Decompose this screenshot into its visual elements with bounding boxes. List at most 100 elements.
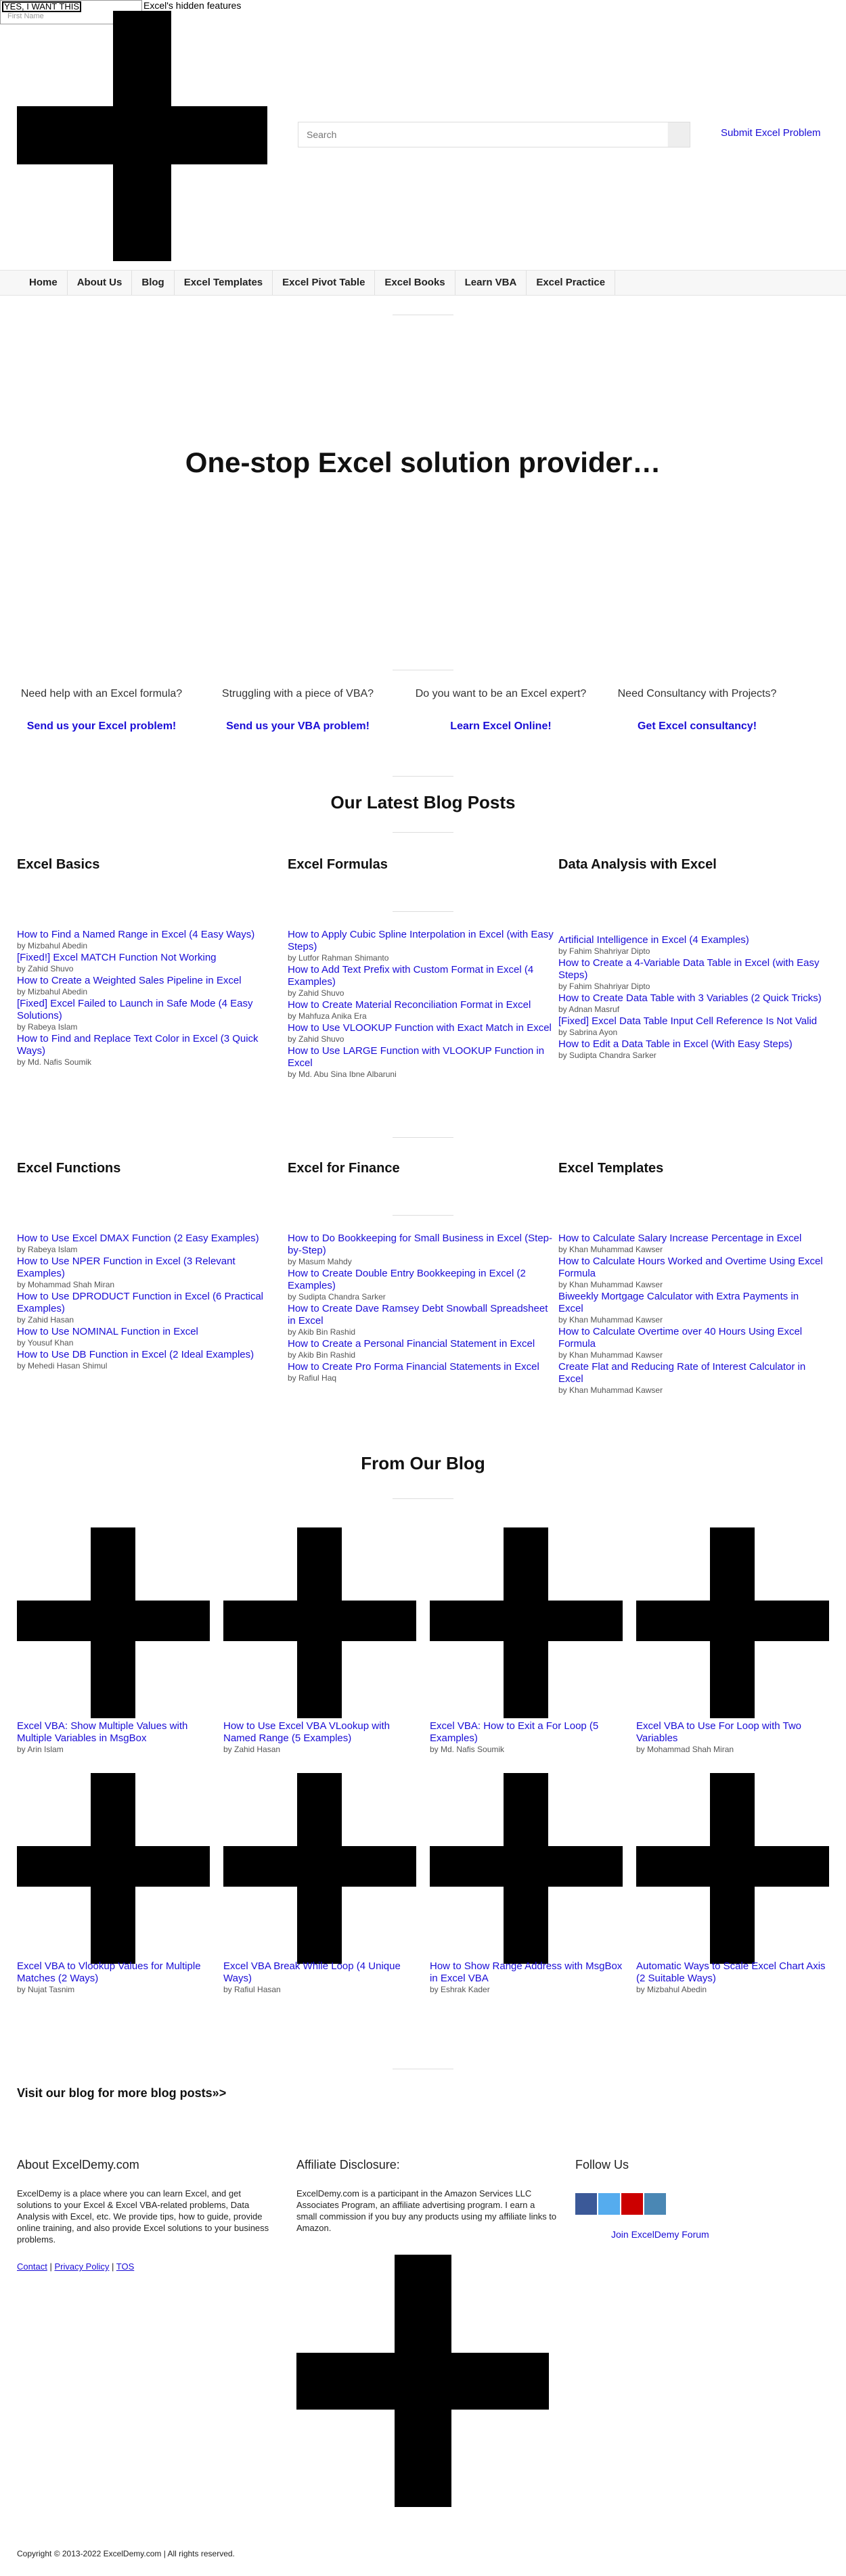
footer-links: Contact | Privacy Policy | TOS [17, 2261, 134, 2272]
post-title-link[interactable]: Create Flat and Reducing Rate of Interes… [558, 1361, 805, 1385]
post-title-link[interactable]: How to Create a Personal Financial State… [288, 1338, 535, 1350]
post-title-link[interactable]: [Fixed!] Excel MATCH Function Not Workin… [17, 952, 217, 963]
post-thumbnail[interactable] [17, 1773, 210, 1964]
post-title-link[interactable]: How to Create a Weighted Sales Pipeline … [17, 975, 242, 986]
facebook-icon[interactable] [575, 2193, 597, 2215]
blog-card-title[interactable]: Excel VBA Break While Loop (4 Unique Way… [223, 1960, 401, 1984]
blog-card-title[interactable]: How to Use Excel VBA VLookup with Named … [223, 1720, 390, 1744]
visit-blog-link[interactable]: Visit our blog for more blog posts»> [17, 2086, 226, 2100]
blog-card-title[interactable]: Automatic Ways to Scale Excel Chart Axis… [636, 1960, 826, 1984]
post-title-link[interactable]: How to Use DB Function in Excel (2 Ideal… [17, 1349, 254, 1360]
post-item: How to Edit a Data Table in Excel (With … [558, 1038, 826, 1060]
post-title-link[interactable]: How to Use NPER Function in Excel (3 Rel… [17, 1256, 236, 1279]
post-title-link[interactable]: How to Apply Cubic Spline Interpolation … [288, 929, 554, 952]
post-title-link[interactable]: How to Create Pro Forma Financial Statem… [288, 1361, 539, 1373]
category-title: Excel Templates [558, 1161, 664, 1176]
post-title-link[interactable]: How to Calculate Overtime over 40 Hours … [558, 1326, 802, 1350]
blog-card-title[interactable]: How to Show Range Address with MsgBox in… [430, 1960, 622, 1984]
post-title-link[interactable]: How to Use DPRODUCT Function in Excel (6… [17, 1291, 263, 1314]
twitter-icon[interactable] [598, 2193, 620, 2215]
submit-excel-problem-link[interactable]: Submit Excel Problem [721, 127, 821, 139]
blog-card-title[interactable]: Excel VBA to Vlookup Values for Multiple… [17, 1960, 201, 1984]
nav-item-home[interactable]: Home [20, 271, 68, 295]
post-item: [Fixed] Excel Failed to Launch in Safe M… [17, 998, 284, 1032]
post-title-link[interactable]: [Fixed] Excel Data Table Input Cell Refe… [558, 1015, 817, 1027]
nav-item-excel-pivot-table[interactable]: Excel Pivot Table [273, 271, 376, 295]
cta-link[interactable]: Send us your Excel problem! [0, 720, 203, 733]
search-button[interactable] [668, 122, 690, 147]
post-title-link[interactable]: How to Calculate Hours Worked and Overti… [558, 1256, 823, 1279]
post-title-link[interactable]: How to Create Double Entry Bookkeeping i… [288, 1268, 526, 1291]
post-thumbnail[interactable] [223, 1527, 416, 1718]
post-title-link[interactable]: How to Edit a Data Table in Excel (With … [558, 1038, 793, 1050]
follow-us-title: Follow Us [575, 2158, 629, 2171]
cta-link[interactable]: Send us your VBA problem! [196, 720, 399, 733]
post-title-link[interactable]: How to Do Bookkeeping for Small Business… [288, 1233, 552, 1256]
site-logo[interactable] [17, 11, 267, 261]
nav-item-excel-templates[interactable]: Excel Templates [175, 271, 273, 295]
post-title-link[interactable]: How to Create Data Table with 3 Variable… [558, 992, 822, 1004]
post-item: How to Calculate Salary Increase Percent… [558, 1233, 826, 1254]
nav-item-about-us[interactable]: About Us [68, 271, 133, 295]
post-title-link[interactable]: How to Create Material Reconciliation Fo… [288, 999, 531, 1011]
affiliate-image [296, 2255, 549, 2507]
post-title-link[interactable]: How to Create a 4-Variable Data Table in… [558, 957, 819, 981]
post-thumbnail[interactable] [430, 1527, 623, 1718]
search-input[interactable] [298, 122, 667, 147]
post-title-link[interactable]: How to Calculate Salary Increase Percent… [558, 1233, 801, 1244]
post-thumbnail[interactable] [636, 1527, 829, 1718]
blog-card-title[interactable]: Excel VBA to Use For Loop with Two Varia… [636, 1720, 801, 1744]
divider [393, 911, 453, 912]
post-item: How to Calculate Hours Worked and Overti… [558, 1256, 826, 1289]
blog-card: How to Use Excel VBA VLookup with Named … [223, 1720, 416, 1755]
post-item: How to Create Pro Forma Financial Statem… [288, 1361, 555, 1383]
divider [393, 776, 453, 777]
category-title: Data Analysis with Excel [558, 857, 717, 872]
post-item: How to Create a Weighted Sales Pipeline … [17, 975, 284, 996]
link-separator: | [49, 2261, 52, 2272]
contact-link[interactable]: Contact [17, 2261, 47, 2272]
cta-link[interactable]: Learn Excel Online! [399, 720, 602, 733]
category-title: Excel Basics [17, 857, 100, 872]
post-title-link[interactable]: Artificial Intelligence in Excel (4 Exam… [558, 934, 749, 946]
post-item: How to Apply Cubic Spline Interpolation … [288, 929, 555, 963]
post-title-link[interactable]: How to Use LARGE Function with VLOOKUP F… [288, 1045, 544, 1069]
post-title-link[interactable]: How to Use Excel DMAX Function (2 Easy E… [17, 1233, 259, 1244]
post-title-link[interactable]: How to Use NOMINAL Function in Excel [17, 1326, 198, 1337]
post-author: by Fahim Shahriyar Dipto [558, 982, 650, 991]
post-title-link[interactable]: [Fixed] Excel Failed to Launch in Safe M… [17, 998, 253, 1021]
post-title-link[interactable]: How to Find a Named Range in Excel (4 Ea… [17, 929, 254, 940]
post-item: How to Use LARGE Function with VLOOKUP F… [288, 1045, 555, 1079]
post-title-link[interactable]: How to Create Dave Ramsey Debt Snowball … [288, 1303, 548, 1327]
nav-item-excel-books[interactable]: Excel Books [375, 271, 455, 295]
post-title-link[interactable]: How to Use VLOOKUP Function with Exact M… [288, 1022, 552, 1034]
post-item: [Fixed!] Excel MATCH Function Not Workin… [17, 952, 284, 973]
blog-card-title[interactable]: Excel VBA: Show Multiple Values with Mul… [17, 1720, 187, 1744]
divider [393, 1498, 453, 1499]
post-thumbnail[interactable] [17, 1527, 210, 1718]
join-forum-link[interactable]: Join ExcelDemy Forum [611, 2229, 709, 2240]
blog-card-author: by Mizbahul Abedin [636, 1985, 707, 1994]
post-thumbnail[interactable] [223, 1773, 416, 1964]
youtube-icon[interactable] [621, 2193, 643, 2215]
blog-card-title[interactable]: Excel VBA: How to Exit a For Loop (5 Exa… [430, 1720, 598, 1744]
post-title-link[interactable]: How to Find and Replace Text Color in Ex… [17, 1033, 259, 1057]
nav-item-learn-vba[interactable]: Learn VBA [455, 271, 527, 295]
post-item: Artificial Intelligence in Excel (4 Exam… [558, 934, 826, 956]
tos-link[interactable]: TOS [116, 2261, 135, 2272]
privacy-policy-link[interactable]: Privacy Policy [54, 2261, 109, 2272]
post-list: How to Use Excel DMAX Function (2 Easy E… [17, 1233, 284, 1372]
post-item: How to Create a 4-Variable Data Table in… [558, 957, 826, 991]
nav-item-excel-practice[interactable]: Excel Practice [527, 271, 616, 295]
post-author: by Masum Mahdy [288, 1257, 352, 1266]
nav-item-blog[interactable]: Blog [132, 271, 175, 295]
post-item: How to Create Dave Ramsey Debt Snowball … [288, 1303, 555, 1337]
post-thumbnail[interactable] [430, 1773, 623, 1964]
post-title-link[interactable]: How to Add Text Prefix with Custom Forma… [288, 964, 533, 988]
post-thumbnail[interactable] [636, 1773, 829, 1964]
cta-link[interactable]: Get Excel consultancy! [596, 720, 799, 733]
post-item: How to Create Material Reconciliation Fo… [288, 999, 555, 1021]
post-item: How to Use Excel DMAX Function (2 Easy E… [17, 1233, 284, 1254]
post-title-link[interactable]: Biweekly Mortgage Calculator with Extra … [558, 1291, 799, 1314]
linkedin-icon[interactable] [644, 2193, 666, 2215]
